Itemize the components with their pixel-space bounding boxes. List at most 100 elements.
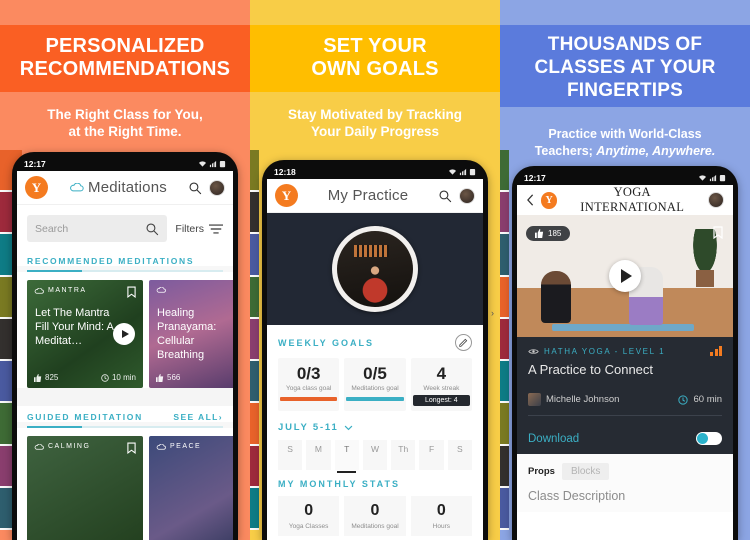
panel-goals: SET YOUR OWN GOALS Stay Motivated by Tra… xyxy=(250,0,500,540)
goal-value: 4 xyxy=(436,364,447,383)
goal-label: Week streak xyxy=(423,385,460,392)
week-day-th[interactable]: Th xyxy=(391,440,416,470)
week-day-t[interactable]: T xyxy=(334,440,359,473)
meditation-card[interactable]: Healing Pranayama: Cellular Breathing 56… xyxy=(149,280,233,388)
search-icon[interactable] xyxy=(188,181,202,195)
avatar[interactable] xyxy=(459,187,475,204)
week-day-m[interactable]: M xyxy=(306,440,331,470)
class-video-preview[interactable]: 185 xyxy=(517,215,733,337)
strip-tile xyxy=(500,487,509,530)
strip-tile xyxy=(500,318,509,362)
avatar[interactable] xyxy=(209,179,225,196)
card-tag-label: PEACE xyxy=(170,443,202,450)
app-logo-icon: Y xyxy=(541,191,558,209)
week-day-s[interactable]: S xyxy=(278,440,303,470)
goal-card-streak[interactable]: 4 Week streak Longest: 4 xyxy=(410,358,472,411)
search-row: Search Filters xyxy=(17,205,233,250)
card-tag: MANTRA xyxy=(34,287,87,294)
card-row-recommended: MANTRA Let The Mantra Fill Your Mind: A … xyxy=(17,272,233,388)
brand-text: Yoga International xyxy=(580,185,685,214)
clock-icon xyxy=(101,373,109,382)
teacher-name: Michelle Johnson xyxy=(546,394,620,405)
bookmark-icon[interactable] xyxy=(127,442,136,454)
bookmark-icon[interactable] xyxy=(713,226,723,239)
stat-label: Hours xyxy=(432,523,450,530)
stat-value: 0 xyxy=(436,502,446,519)
week-selector[interactable]: JULY 5-11 xyxy=(267,411,483,433)
card-tag xyxy=(156,287,166,293)
thumb-up-icon xyxy=(34,373,42,382)
week-day-w[interactable]: W xyxy=(362,440,388,470)
meditation-card[interactable]: CALMING xyxy=(27,436,143,540)
card-title: Let The Mantra Fill Your Mind: A Meditat… xyxy=(35,307,114,347)
play-button[interactable] xyxy=(113,323,135,345)
props-tabs: Props Blocks xyxy=(528,463,722,480)
panel1-headline: PERSONALIZED RECOMMENDATIONS xyxy=(19,35,231,80)
spacer xyxy=(17,388,233,406)
search-input[interactable]: Search xyxy=(27,215,168,242)
cloud-icon xyxy=(156,443,166,450)
like-badge[interactable]: 185 xyxy=(526,226,571,241)
search-icon xyxy=(146,222,159,235)
strip-tile xyxy=(500,403,509,446)
chevron-left-icon[interactable] xyxy=(526,194,535,206)
wifi-icon xyxy=(448,168,457,175)
goal-progress-bar xyxy=(280,397,338,401)
duration: 10 min xyxy=(101,373,136,382)
app-top-bar-2: Y My Practice xyxy=(267,179,483,213)
status-icons xyxy=(198,160,226,168)
section-title: GUIDED MEDITATION xyxy=(27,412,143,422)
strip-tile xyxy=(250,234,259,277)
app-screen-2: Y My Practice WEEKLY GOALS 0/3 Yoga clas… xyxy=(267,179,483,540)
search-icon[interactable] xyxy=(438,189,452,203)
goal-card[interactable]: 0/3 Yoga class goal xyxy=(278,358,340,411)
strip-tile xyxy=(500,234,509,277)
person-seated xyxy=(541,271,571,323)
week-day-row: S M T W Th F S xyxy=(267,433,483,473)
wifi-icon xyxy=(698,174,707,181)
avatar[interactable] xyxy=(708,192,724,208)
goal-card[interactable]: 0/5 Meditations goal xyxy=(344,358,406,411)
meditation-card[interactable]: PEACE xyxy=(149,436,233,540)
class-category: HATHA YOGA - LEVEL 1 xyxy=(528,346,722,356)
meditation-card[interactable]: MANTRA Let The Mantra Fill Your Mind: A … xyxy=(27,280,143,388)
carousel-next-arrow[interactable]: › xyxy=(491,308,494,318)
download-toggle[interactable] xyxy=(696,432,722,445)
status-bar-3: 12:17 xyxy=(517,170,733,185)
filters-button[interactable]: Filters xyxy=(175,223,223,235)
tab-blocks[interactable]: Blocks xyxy=(561,463,610,480)
teacher-avatar xyxy=(528,393,541,406)
class-meta-row: Michelle Johnson 60 min xyxy=(528,393,722,406)
week-day-s[interactable]: S xyxy=(447,440,472,470)
download-row[interactable]: Download xyxy=(517,424,733,454)
strip-tile xyxy=(250,487,259,530)
carousel-prev-arrow[interactable]: ‹ xyxy=(256,308,259,318)
week-day-f[interactable]: F xyxy=(419,440,444,470)
battery-icon xyxy=(219,160,226,167)
edit-goals-button[interactable] xyxy=(455,334,472,351)
filter-icon xyxy=(209,223,223,234)
week-label: JULY 5-11 xyxy=(278,422,339,433)
chevron-down-icon xyxy=(344,425,352,430)
play-button[interactable] xyxy=(609,260,641,292)
brand-title: Y Yoga International xyxy=(541,185,702,215)
app-title-1: Meditations xyxy=(55,179,181,196)
stat-value: 0 xyxy=(370,502,380,519)
status-bar-2: 12:18 xyxy=(267,164,483,179)
yoga-mat xyxy=(551,324,695,331)
bookmark-icon[interactable] xyxy=(127,286,136,298)
card-tag: PEACE xyxy=(156,443,201,450)
tab-props[interactable]: Props xyxy=(528,466,555,477)
level-bars-icon xyxy=(710,346,722,356)
strip-tile xyxy=(250,318,259,362)
status-icons xyxy=(448,168,476,176)
class-category-label: HATHA YOGA - LEVEL 1 xyxy=(544,346,666,356)
phone-mockup-1: 12:17 Y Meditations Search Filters RECOM… xyxy=(12,152,238,540)
decorative-image-strip-left xyxy=(500,150,509,540)
clock-icon xyxy=(678,394,689,405)
panel3-headline: THOUSANDS OF CLASSES AT YOUR FINGERTIPS xyxy=(534,34,716,101)
class-title: A Practice to Connect xyxy=(528,362,654,377)
class-duration: 60 min xyxy=(678,394,722,405)
see-all-link[interactable]: SEE ALL› xyxy=(173,412,223,422)
cloud-icon xyxy=(34,443,44,450)
